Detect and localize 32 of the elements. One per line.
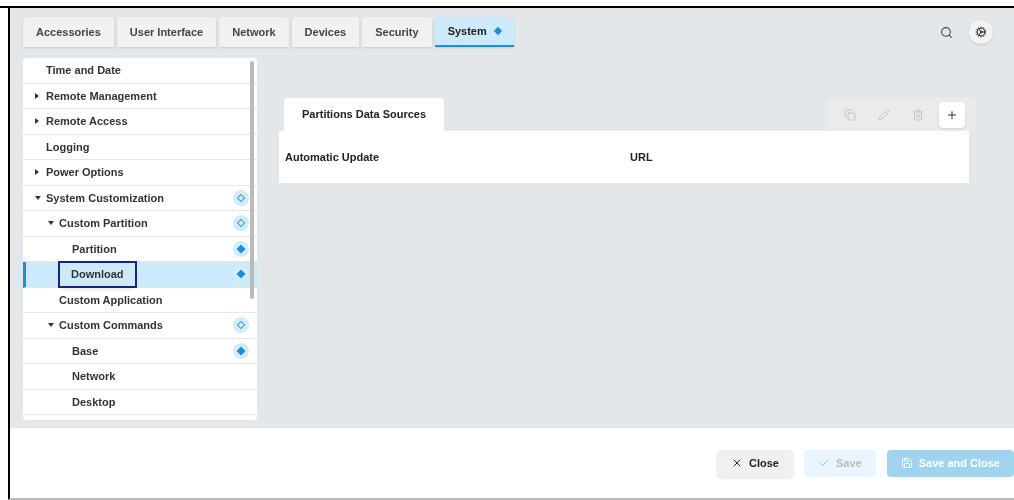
caret-right-icon[interactable] <box>35 118 39 125</box>
tab[interactable]: User Interface <box>116 17 217 47</box>
tab[interactable]: Partitions Data Sources <box>284 98 445 131</box>
caret-down-icon[interactable] <box>48 323 54 328</box>
column-header[interactable]: Automatic Update <box>279 148 624 166</box>
tree-item[interactable]: Base <box>23 338 257 364</box>
caret-right-icon[interactable] <box>35 92 39 99</box>
plus-icon <box>946 109 958 121</box>
tree-item[interactable]: Download <box>23 262 257 288</box>
caret-down-icon[interactable] <box>48 221 54 226</box>
tab[interactable]: System <box>434 17 514 47</box>
close-icon <box>731 457 743 469</box>
tab[interactable]: Security <box>362 17 432 47</box>
search-icon[interactable] <box>940 25 953 39</box>
pencil-icon <box>878 109 890 121</box>
tree-item[interactable]: Desktop <box>23 389 257 415</box>
close-button[interactable]: Close <box>717 449 793 477</box>
settings-button[interactable] <box>969 20 993 44</box>
scrollbar[interactable] <box>250 61 254 299</box>
column-header[interactable]: URL <box>624 148 969 166</box>
caret-right-icon[interactable] <box>35 169 39 176</box>
checkmark-icon <box>817 457 830 469</box>
tab[interactable]: Devices <box>291 17 360 47</box>
tree-item[interactable]: Custom Commands <box>23 313 257 339</box>
gear-icon <box>975 26 987 38</box>
tab[interactable]: Accessories <box>23 17 114 47</box>
trash-icon <box>912 109 924 121</box>
caret-down-icon[interactable] <box>35 195 41 200</box>
copy-icon <box>844 109 856 121</box>
plus-button[interactable] <box>939 102 965 128</box>
tree-item[interactable]: Network <box>23 364 257 390</box>
tab[interactable]: Network <box>219 17 289 47</box>
